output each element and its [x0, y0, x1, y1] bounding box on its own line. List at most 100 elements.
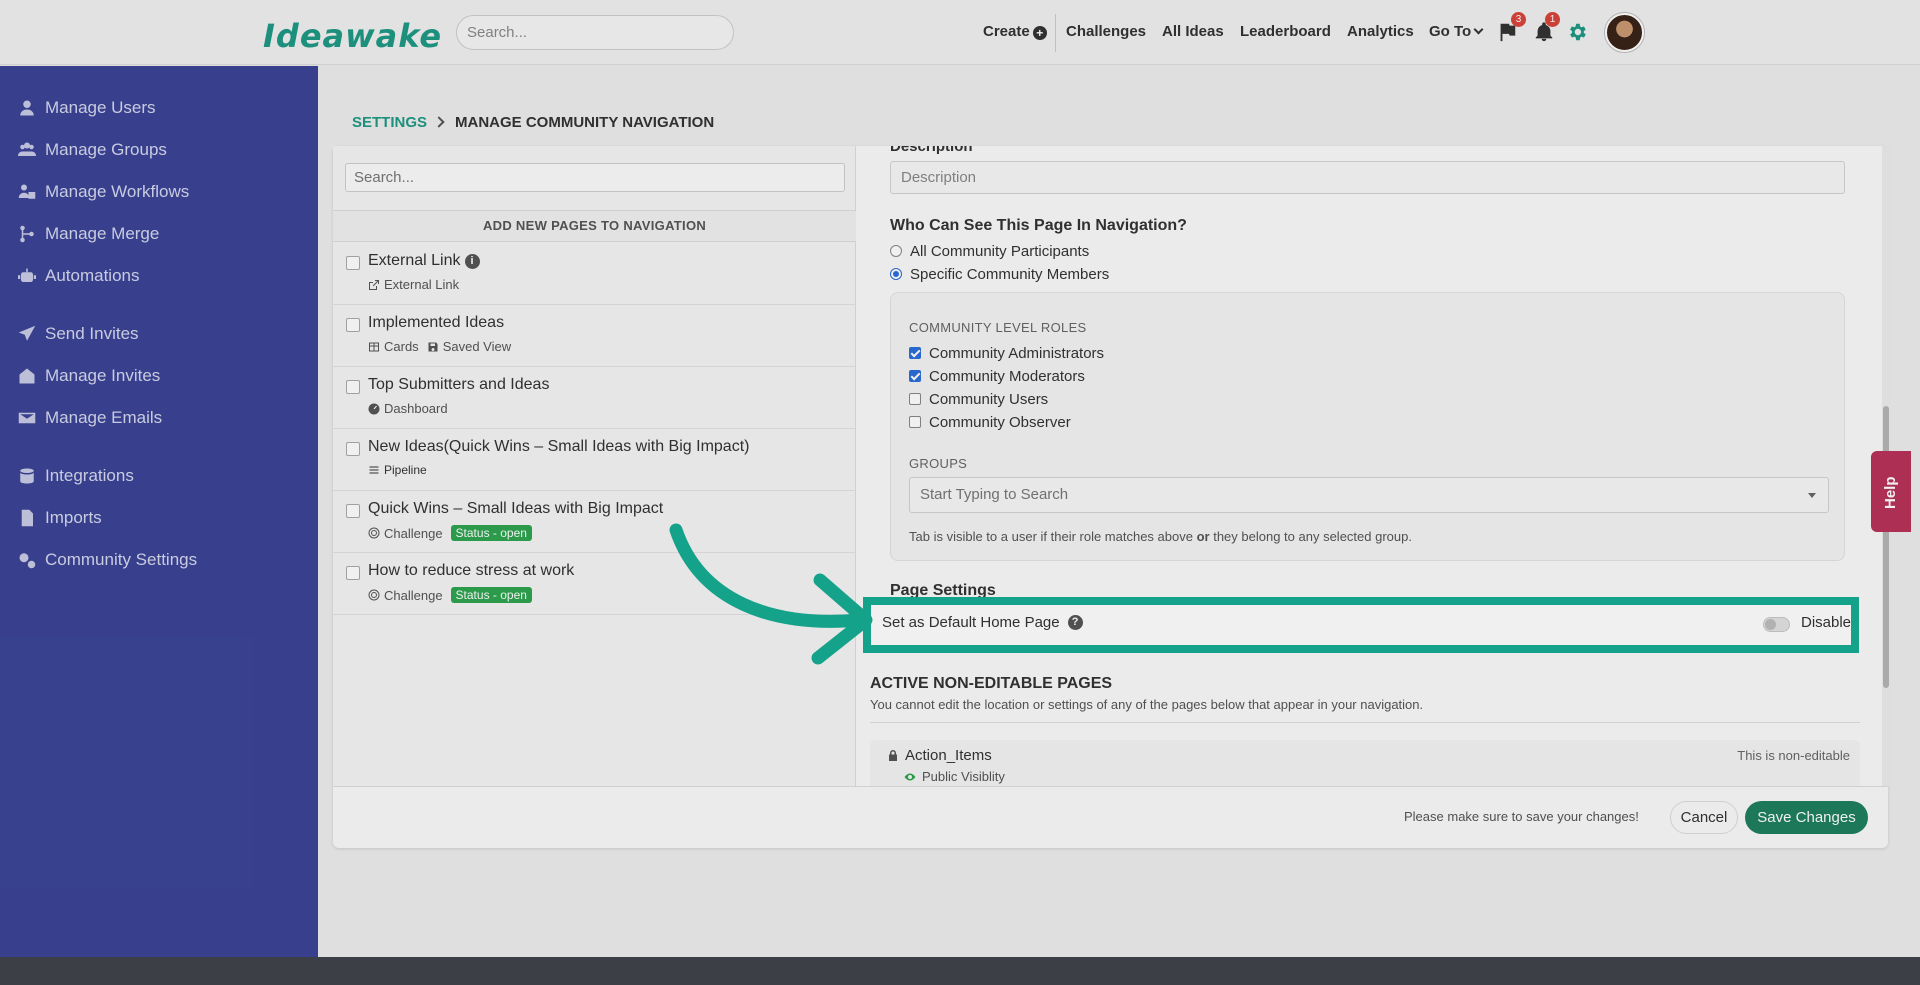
save-reminder: Please make sure to save your changes!: [1404, 809, 1639, 824]
radio-specific-members[interactable]: [890, 268, 902, 280]
radio-all-participants[interactable]: [890, 245, 902, 257]
scrollbar-thumb[interactable]: [1883, 406, 1889, 688]
page-meta: External Link: [368, 277, 467, 292]
page-meta: Dashboard: [368, 401, 456, 416]
non-editable-title-text: Action_Items: [905, 747, 992, 764]
sidebar-item-manage-groups[interactable]: Manage Groups: [18, 137, 167, 163]
sidebar-item-manage-invites[interactable]: Manage Invites: [18, 363, 160, 389]
nav-analytics[interactable]: Analytics: [1347, 23, 1414, 40]
sidebar-item-manage-emails[interactable]: Manage Emails: [18, 405, 162, 431]
sidebar-item-imports[interactable]: Imports: [18, 505, 102, 531]
nav-leaderboard[interactable]: Leaderboard: [1240, 23, 1331, 40]
sidebar-item-label: Manage Groups: [45, 140, 167, 159]
nav-go-to-label: Go To: [1429, 23, 1472, 40]
role-label: Community Users: [929, 390, 1049, 408]
target-icon: [368, 527, 380, 539]
role-checkbox[interactable]: [909, 347, 921, 359]
sidebar-item-manage-workflows[interactable]: Manage Workflows: [18, 179, 189, 205]
sidebar-item-label: Manage Invites: [45, 366, 161, 385]
question-icon[interactable]: ?: [1067, 615, 1083, 630]
list-item: New Ideas(Quick Wins – Small Ideas with …: [333, 429, 856, 491]
eye-icon: [904, 773, 916, 780]
send-icon: [18, 325, 36, 341]
page-checkbox[interactable]: [346, 318, 360, 332]
sidebar-item-community-settings[interactable]: Community Settings: [18, 547, 197, 573]
page-title-label: Quick Wins – Small Ideas with Big Impact: [368, 500, 664, 517]
list-item: Quick Wins – Small Ideas with Big Impact…: [333, 491, 856, 553]
workflow-icon: [18, 184, 36, 199]
page-checkbox[interactable]: [346, 442, 360, 456]
visibility-option-specific[interactable]: Specific Community Members: [890, 264, 1109, 284]
dashboard-icon: [368, 403, 380, 414]
info-icon[interactable]: i: [464, 254, 480, 269]
role-label: Community Administrators: [929, 344, 1105, 362]
ideawake-logo[interactable]: Ideawake: [263, 17, 442, 55]
page-checkbox[interactable]: [346, 566, 360, 580]
nav-challenges[interactable]: Challenges: [1066, 23, 1146, 40]
nav-divider: [1055, 14, 1056, 52]
invites-icon: [19, 368, 35, 384]
sidebar-item-integrations[interactable]: Integrations: [18, 463, 134, 489]
page-checkbox[interactable]: [346, 380, 360, 394]
groups-select[interactable]: Start Typing to Search: [909, 477, 1829, 513]
role-label: Community Observer: [929, 413, 1071, 431]
top-navbar: Ideawake Create+ Challenges All Ideas Le…: [0, 0, 1920, 65]
page-type: Cards: [384, 339, 419, 354]
nav-all-ideas[interactable]: All Ideas: [1162, 23, 1224, 40]
role-label: Community Moderators: [929, 367, 1085, 385]
role-checkbox[interactable]: [909, 416, 921, 428]
bell-badge: 1: [1545, 12, 1560, 27]
page-meta: Challenge Status - open: [368, 587, 532, 603]
user-avatar[interactable]: [1605, 13, 1644, 52]
breadcrumb: SETTINGS MANAGE COMMUNITY NAVIGATION: [352, 114, 714, 131]
envelope-icon: [18, 412, 36, 424]
caret-down-icon: [1808, 493, 1816, 498]
non-editable-flag: This is non-editable: [1737, 748, 1850, 763]
sidebar-item-label: Community Settings: [45, 550, 198, 569]
lock-icon: [889, 750, 897, 761]
groups-placeholder: Start Typing to Search: [920, 486, 1069, 503]
nav-create-label: Create: [983, 23, 1030, 40]
page-meta: Cards Saved View: [368, 339, 519, 354]
page-title: MANAGE COMMUNITY NAVIGATION: [455, 114, 715, 131]
page-checkbox[interactable]: [346, 256, 360, 270]
role-option[interactable]: Community Moderators: [909, 366, 1085, 386]
pages-search-input[interactable]: [345, 163, 845, 192]
radio-label: All Community Participants: [910, 242, 1090, 260]
sidebar-item-automations[interactable]: Automations: [18, 263, 140, 289]
default-home-toggle[interactable]: [1763, 617, 1790, 632]
note-text-post: they belong to any selected group.: [1213, 529, 1412, 544]
sidebar-item-manage-merge[interactable]: Manage Merge: [18, 221, 159, 247]
default-home-page-row: Set as Default Home Page ? Disabled: [863, 597, 1859, 653]
role-option[interactable]: Community Users: [909, 389, 1048, 409]
gear-icon[interactable]: [1566, 21, 1588, 43]
description-label: Description: [890, 146, 973, 155]
list-item: How to reduce stress at work Challenge S…: [333, 553, 856, 615]
radio-label: Specific Community Members: [910, 265, 1110, 283]
role-checkbox[interactable]: [909, 393, 921, 405]
sidebar-item-send-invites[interactable]: Send Invites: [18, 321, 139, 347]
list-icon: [369, 466, 379, 474]
roles-heading: COMMUNITY LEVEL ROLES: [909, 320, 1087, 335]
default-home-state: Disabled: [1801, 614, 1851, 631]
role-option[interactable]: Community Observer: [909, 412, 1071, 432]
role-checkbox[interactable]: [909, 370, 921, 382]
merge-icon: [20, 225, 34, 243]
help-tab[interactable]: Help: [1871, 451, 1911, 532]
global-search-input[interactable]: [456, 15, 734, 50]
default-home-text: Set as Default Home Page: [882, 614, 1060, 631]
nav-go-to[interactable]: Go To: [1429, 23, 1484, 40]
sidebar-item-manage-users[interactable]: Manage Users: [18, 95, 156, 121]
cancel-button[interactable]: Cancel: [1670, 801, 1738, 834]
breadcrumb-settings-link[interactable]: SETTINGS: [352, 114, 427, 131]
plus-circle-icon: +: [1032, 26, 1047, 40]
role-option[interactable]: Community Administrators: [909, 343, 1104, 363]
page-title-label: How to reduce stress at work: [368, 562, 575, 579]
description-input[interactable]: [890, 161, 1845, 194]
page-checkbox[interactable]: [346, 504, 360, 518]
nav-create[interactable]: Create +: [983, 23, 1047, 40]
robot-icon: [18, 268, 36, 282]
visibility-option-all[interactable]: All Community Participants: [890, 241, 1089, 261]
external-link-icon: [369, 279, 379, 290]
save-changes-button[interactable]: Save Changes: [1745, 801, 1868, 834]
